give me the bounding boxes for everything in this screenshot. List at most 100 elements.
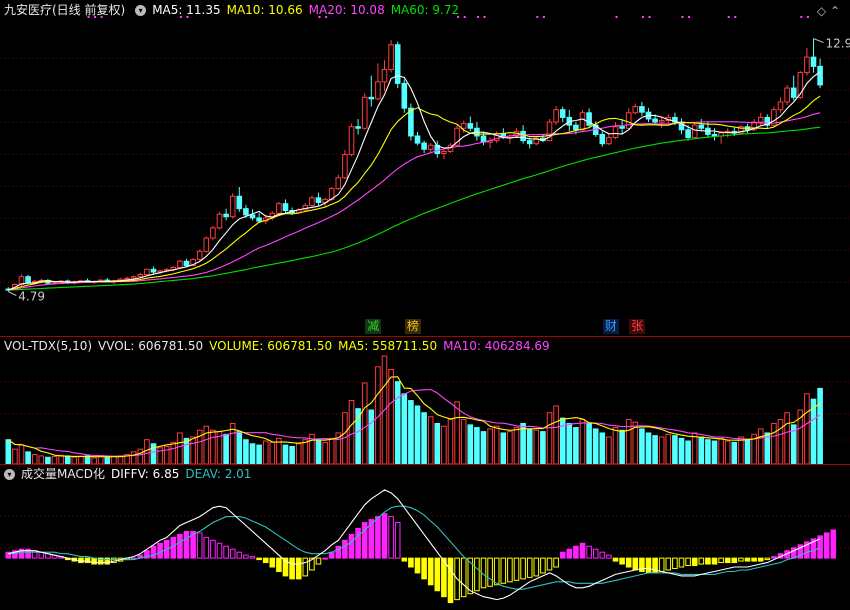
macd-bar <box>355 527 361 559</box>
volume-bar <box>691 432 698 464</box>
volume-bar <box>777 418 784 464</box>
volume-bar <box>190 436 196 464</box>
volume-bar <box>685 440 691 464</box>
volume-bar <box>177 432 183 464</box>
candle <box>652 118 658 123</box>
candle <box>698 124 705 129</box>
volume-bar <box>12 448 18 464</box>
macd-bar <box>269 557 276 568</box>
volume-bar <box>487 428 493 464</box>
volume-bar <box>731 441 738 464</box>
diamond-icon[interactable]: ◇ <box>817 4 826 18</box>
macd-bar <box>302 557 309 577</box>
macd-bar <box>619 557 625 565</box>
volume-bar <box>368 409 375 464</box>
volume-bar <box>427 416 434 464</box>
volume-bar <box>144 439 150 464</box>
marker-dot <box>688 16 691 18</box>
volume-bar <box>45 456 51 464</box>
macd-bar <box>348 533 355 559</box>
macd-bar <box>612 557 619 562</box>
volume-bar <box>236 431 243 464</box>
vol-indicator: VOL-TDX(5,10) <box>4 339 93 353</box>
volume-bar <box>678 437 685 464</box>
macd-bar <box>771 556 777 559</box>
settings-icon[interactable]: ▾ <box>135 5 147 16</box>
toolbar-icons: ◇ ⌃ <box>817 4 840 18</box>
volume-bar <box>500 432 507 464</box>
candle <box>375 81 381 100</box>
candle <box>612 126 619 139</box>
candle <box>223 213 229 218</box>
candle <box>236 195 243 210</box>
event-marker[interactable]: 减 <box>365 319 382 334</box>
marker-dot <box>681 16 684 18</box>
macd-bar <box>757 557 764 562</box>
volume-bar <box>295 443 302 464</box>
macd-bar <box>203 536 210 559</box>
volume-bar <box>5 439 12 464</box>
macd-bar <box>645 557 652 574</box>
macd-bar <box>764 557 771 561</box>
macd-bar <box>262 557 269 564</box>
candle <box>183 260 190 267</box>
volume-bar <box>51 456 58 464</box>
macd-bar <box>658 557 665 572</box>
macd-bar <box>705 557 711 565</box>
macd-bar <box>678 557 685 568</box>
volume-chart[interactable] <box>0 336 850 464</box>
macd-bar <box>559 551 566 559</box>
ma60-label: MA60: 9.72 <box>390 3 460 17</box>
macd-bar <box>573 545 579 559</box>
candle <box>229 195 236 218</box>
volume-bar <box>243 439 249 464</box>
volume-bar <box>414 405 421 464</box>
candle <box>427 144 434 150</box>
volume-bar <box>210 429 216 464</box>
candle <box>467 123 474 129</box>
volume-bar <box>738 436 744 464</box>
candle <box>130 276 137 279</box>
macd-chart[interactable] <box>0 464 850 610</box>
volume-bar <box>249 443 256 464</box>
volume-bar <box>705 439 711 464</box>
macd-bar <box>639 557 645 572</box>
candle <box>401 82 408 109</box>
candle <box>216 213 223 229</box>
volume-bar <box>672 435 678 464</box>
macd-bar <box>751 557 757 562</box>
event-marker[interactable]: 榜 <box>404 319 421 334</box>
macd-bar <box>553 557 559 568</box>
ma10-label: MA10: 10.66 <box>226 3 303 17</box>
volume-bar <box>520 423 526 464</box>
candle <box>810 56 817 67</box>
event-marker[interactable]: 张 <box>629 319 646 334</box>
collapse-icon[interactable]: ⌃ <box>830 4 840 18</box>
candle <box>196 250 203 260</box>
volume-bar <box>31 454 38 464</box>
macd-panel[interactable]: ▾ 成交量MACD化 DIFFV: 6.85 DEAV: 2.01 <box>0 464 850 610</box>
volume-bar <box>64 455 71 464</box>
volume-bar <box>408 400 414 464</box>
candle <box>355 126 361 129</box>
volume-bar <box>540 431 546 464</box>
candle <box>520 130 526 142</box>
volume-panel[interactable]: VOL-TDX(5,10) VVOL: 606781.50 VOLUME: 6067… <box>0 336 850 464</box>
price-panel[interactable]: 12.95 4.79 九安医疗(日线 前复权) ▾ MA5: 11.35 MA10: 1… <box>0 0 850 336</box>
macd-bar <box>665 557 672 571</box>
settings-icon[interactable]: ▾ <box>4 469 15 480</box>
event-marker[interactable]: 财 <box>602 319 619 334</box>
marker-dot <box>536 16 539 18</box>
deav-label: DEAV: 2.01 <box>185 467 252 481</box>
candle <box>124 277 130 280</box>
volume-bar <box>348 400 355 464</box>
macd-bar <box>487 557 493 587</box>
candle <box>25 276 31 283</box>
macd-bar <box>526 557 533 578</box>
candle <box>388 44 394 70</box>
volume-bar <box>757 428 764 464</box>
price-chart[interactable]: 12.95 4.79 <box>0 0 850 336</box>
macd-bar <box>170 536 177 559</box>
macd-bar <box>210 539 216 559</box>
volume-bar <box>474 427 480 464</box>
